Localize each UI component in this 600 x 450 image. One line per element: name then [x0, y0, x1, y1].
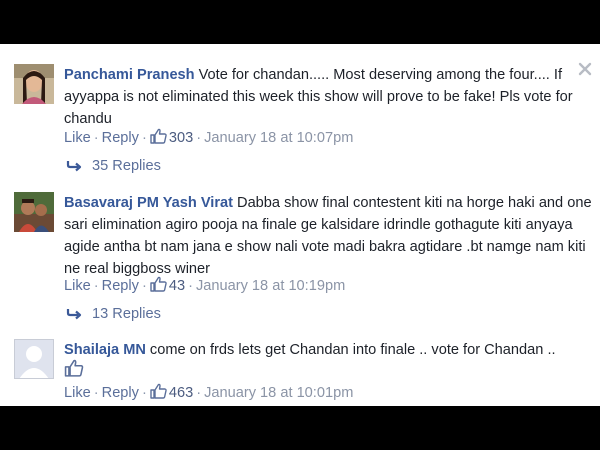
avatar[interactable] [14, 64, 54, 104]
reply-arrow-icon [66, 308, 82, 324]
comment-body: Shailaja MN come on frds lets get Chandan… [64, 339, 594, 361]
timestamp[interactable]: January 18 at 10:01pm [204, 385, 353, 401]
comment-actions: Like · Reply · 43 · January 18 at 10:19pm [64, 276, 346, 296]
like-count: 463 [168, 385, 194, 401]
comment-author[interactable]: Basavaraj PM Yash Virat [64, 195, 233, 211]
timestamp[interactable]: January 18 at 10:19pm [196, 278, 345, 294]
like-button[interactable]: Like [64, 278, 91, 294]
comment-author[interactable]: Panchami Pranesh [64, 67, 195, 83]
reply-button[interactable]: Reply [102, 130, 139, 146]
thumbs-up-icon[interactable] [150, 276, 167, 296]
comment-body: Panchami Pranesh Vote for chandan..... Mo… [64, 64, 594, 130]
comment-text: come on frds lets get Chandan into final… [149, 342, 556, 358]
comments-panel: Panchami Pranesh Vote for chandan..... Mo… [0, 44, 600, 406]
reply-button[interactable]: Reply [102, 385, 139, 401]
comment-body: Basavaraj PM Yash Virat Dabba show final … [64, 192, 594, 280]
replies-label: 13 Replies [92, 306, 161, 322]
comment-actions: Like · Reply · 463 · January 18 at 10:01pm [64, 383, 354, 403]
avatar[interactable] [14, 192, 54, 232]
like-count: 303 [168, 130, 194, 146]
like-button[interactable]: Like [64, 385, 91, 401]
timestamp[interactable]: January 18 at 10:07pm [204, 130, 353, 146]
comment-author[interactable]: Shailaja MN [64, 342, 146, 358]
like-button[interactable]: Like [64, 130, 91, 146]
reply-arrow-icon [66, 160, 82, 176]
replies-label: 35 Replies [92, 158, 161, 174]
reply-button[interactable]: Reply [102, 278, 139, 294]
view-replies-link[interactable]: 13 Replies [66, 306, 161, 324]
comment-actions: Like · Reply · 303 · January 18 at 10:07pm [64, 128, 354, 148]
avatar[interactable] [14, 339, 54, 379]
thumbs-up-icon[interactable] [150, 128, 167, 148]
thumbs-up-icon[interactable] [150, 383, 167, 403]
like-count: 43 [168, 278, 186, 294]
view-replies-link[interactable]: 35 Replies [66, 158, 161, 176]
thumbs-up-icon[interactable] [64, 359, 84, 382]
